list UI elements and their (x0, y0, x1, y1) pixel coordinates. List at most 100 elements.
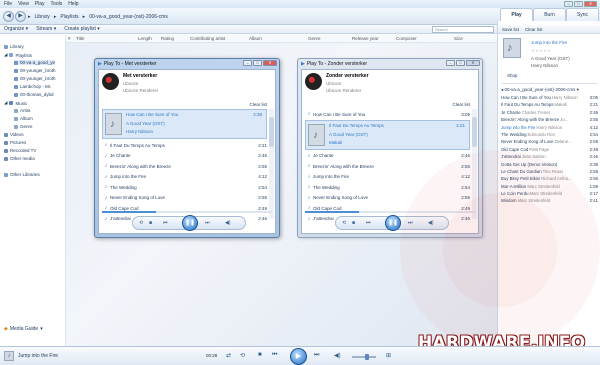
forward-button[interactable]: ▶ (15, 11, 26, 22)
menu-view[interactable]: View (18, 1, 29, 7)
next-icon[interactable]: ⏭ (314, 352, 319, 359)
sidebar-item-playlists[interactable]: ◢ Playlists (4, 52, 32, 58)
list-item[interactable]: Le Chant Du Gardian Tino Rossi 2:55 (501, 169, 598, 176)
menu-play[interactable]: Play (35, 1, 45, 7)
column-album[interactable]: Album (249, 36, 262, 41)
maximize-button[interactable]: □ (574, 1, 583, 7)
now-playing-thumbnail[interactable]: ♪ (4, 351, 14, 361)
menu-tools[interactable]: Tools (51, 1, 63, 7)
repeat-icon[interactable]: ⟲ (342, 220, 346, 226)
pause-button[interactable]: ❚❚ (385, 215, 401, 231)
column-release-year[interactable]: Release year (352, 36, 379, 41)
breadcrumb-playlist[interactable]: 00-va-a_good_year-(ost)-2006-cms (89, 14, 168, 20)
list-item-now-playing[interactable]: Jump into the Fire Harry Nilsson 4:12 (501, 125, 598, 132)
previous-icon[interactable]: ⏮ (366, 220, 371, 226)
column-composer[interactable]: Composer (396, 36, 417, 41)
stop-icon[interactable]: ■ (352, 220, 355, 226)
sidebar-item-genre[interactable]: Genre (14, 124, 33, 129)
clear-list-button[interactable]: Clear list (249, 102, 267, 107)
sidebar-item-library[interactable]: Library (4, 44, 24, 49)
playlist-scrollbar[interactable] (269, 109, 274, 219)
maximize-button[interactable]: □ (253, 60, 262, 66)
column-title[interactable]: Title (76, 36, 84, 41)
list-item[interactable]: Wisdom Marc Streitenfeld 2:41 (501, 198, 598, 205)
column-rating[interactable]: Rating (161, 36, 174, 41)
maximize-button[interactable]: □ (456, 60, 465, 66)
sidebar-item-playlist[interactable]: 00-younger_broth (14, 76, 56, 81)
tab-burn[interactable]: Burn (533, 8, 566, 21)
list-item[interactable]: Breezin' Along with the Breeze Jo... 2:55 (501, 117, 598, 124)
breadcrumb-playlists[interactable]: Playlists (60, 14, 78, 20)
list-item[interactable]: ♪ Jump into the Fire 4:12 (305, 172, 470, 183)
list-item[interactable]: ♪ Never Ending Song of Love 2:55 (102, 193, 267, 204)
list-item[interactable]: Gotta Get Up (Demo Version) 2:39 (501, 162, 598, 169)
repeat-icon[interactable]: ⟲ (139, 220, 143, 226)
back-button[interactable]: ◀ (3, 11, 14, 22)
list-item[interactable]: J'attendrai Jean Sablon 2:46 (501, 154, 598, 161)
seek-bar[interactable] (305, 211, 475, 213)
sidebar-item-playlist[interactable]: Lambchop - Mr. (14, 84, 51, 89)
list-item[interactable]: ♪ Breezin' Along with the Breeze 2:55 (305, 161, 470, 172)
rating-stars[interactable]: ☆☆☆☆☆ (531, 48, 551, 54)
sidebar-item-playlist[interactable]: 00-thomas_dybd (14, 92, 54, 97)
list-item[interactable]: ♪ The Wedding 2:54 (305, 182, 470, 193)
list-item[interactable]: Le Coin Perdu Marc Streitenfeld 2:17 (501, 191, 598, 198)
mute-icon[interactable]: ◀) (334, 352, 341, 359)
close-button[interactable]: ✕ (584, 1, 597, 7)
shuffle-icon[interactable]: ⇄ (226, 352, 231, 359)
list-item[interactable]: Il Faut Du Temps Au Temps Makali 2:21 (501, 102, 598, 109)
sidebar-item-playlist[interactable]: 00-younger_broth (14, 68, 56, 73)
stop-icon[interactable]: ■ (149, 220, 152, 226)
list-item[interactable]: ♪ Never Ending Song of Love 2:55 (305, 193, 470, 204)
volume-slider[interactable] (352, 354, 376, 360)
previous-icon[interactable]: ⏮ (163, 220, 168, 226)
now-playing-item[interactable]: Il Faut Du Temps Au Temps A Good Year (O… (305, 119, 470, 150)
list-item[interactable]: Buy Bitsy Petit Bikini Richard Antho... 2:… (501, 176, 598, 183)
sidebar-item-other-media[interactable]: Other media (4, 156, 35, 161)
minimize-button[interactable]: – (243, 60, 252, 66)
play-button[interactable]: ▶ (290, 348, 307, 365)
minimize-button[interactable]: – (564, 1, 573, 7)
switch-to-now-playing-icon[interactable]: ⊞ (386, 352, 391, 359)
media-guide-button[interactable]: ◆ Media Guide ▾ (4, 326, 43, 332)
list-item[interactable]: Never Ending Song of Love Delane... 2:55 (501, 139, 598, 146)
sidebar-item-artist[interactable]: Artist (14, 108, 30, 113)
sidebar-item-album[interactable]: Album (14, 116, 33, 121)
sidebar-item-other-libraries[interactable]: Other Libraries (4, 172, 40, 177)
list-item[interactable]: Old Cape Cod Patti Page 2:49 (501, 147, 598, 154)
list-item[interactable]: ♪ Breezin' Along with the Breeze 2:55 (102, 161, 267, 172)
close-button[interactable]: ✕ (466, 60, 480, 66)
tab-sync[interactable]: Sync (566, 8, 599, 21)
breadcrumb-library[interactable]: Library (35, 14, 50, 20)
volume-icon[interactable]: ◀) (225, 220, 231, 226)
clear-list-button[interactable]: Clear list (525, 27, 543, 32)
stop-icon[interactable]: ■ (258, 352, 262, 358)
menu-file[interactable]: File (4, 1, 12, 7)
seek-bar[interactable] (102, 211, 272, 213)
sidebar-item-recorded-tv[interactable]: Recorded TV (4, 148, 36, 153)
previous-icon[interactable]: ⏮ (272, 352, 277, 359)
sidebar-item-videos[interactable]: Videos (4, 132, 24, 137)
playlist-scrollbar[interactable] (472, 109, 477, 219)
list-item[interactable]: ♪ Je Chante 2:46 (305, 151, 470, 162)
shop-link[interactable]: Shop (507, 73, 518, 78)
next-icon[interactable]: ⏭ (408, 220, 413, 226)
organize-button[interactable]: Organize ▾ (4, 26, 28, 32)
column-length[interactable]: Length (138, 36, 152, 41)
now-playing-item[interactable]: How Can I Be Sure of You A Good Year (OS… (102, 109, 267, 139)
column-genre[interactable]: Genre (308, 36, 321, 41)
save-list-button[interactable]: Save list (502, 27, 519, 32)
column-contributing-artist[interactable]: Contributing artist (190, 36, 225, 41)
column-size[interactable]: Size (454, 36, 463, 41)
pause-button[interactable]: ❚❚ (182, 215, 198, 231)
search-input[interactable]: Search (432, 26, 494, 33)
list-item[interactable]: The Wedding Edmundo Ros 2:54 (501, 132, 598, 139)
sidebar-item-music[interactable]: ◢ Music (4, 100, 27, 106)
list-item[interactable]: Je Chante Charles Trenet 2:46 (501, 110, 598, 117)
list-item[interactable]: ♪ The Wedding 2:54 (102, 182, 267, 193)
sidebar-item-pictures[interactable]: Pictures (4, 140, 26, 145)
stream-button[interactable]: Stream ▾ (36, 26, 56, 32)
next-icon[interactable]: ⏭ (205, 220, 210, 226)
volume-icon[interactable]: ◀) (428, 220, 434, 226)
column-number[interactable]: # (68, 36, 71, 41)
